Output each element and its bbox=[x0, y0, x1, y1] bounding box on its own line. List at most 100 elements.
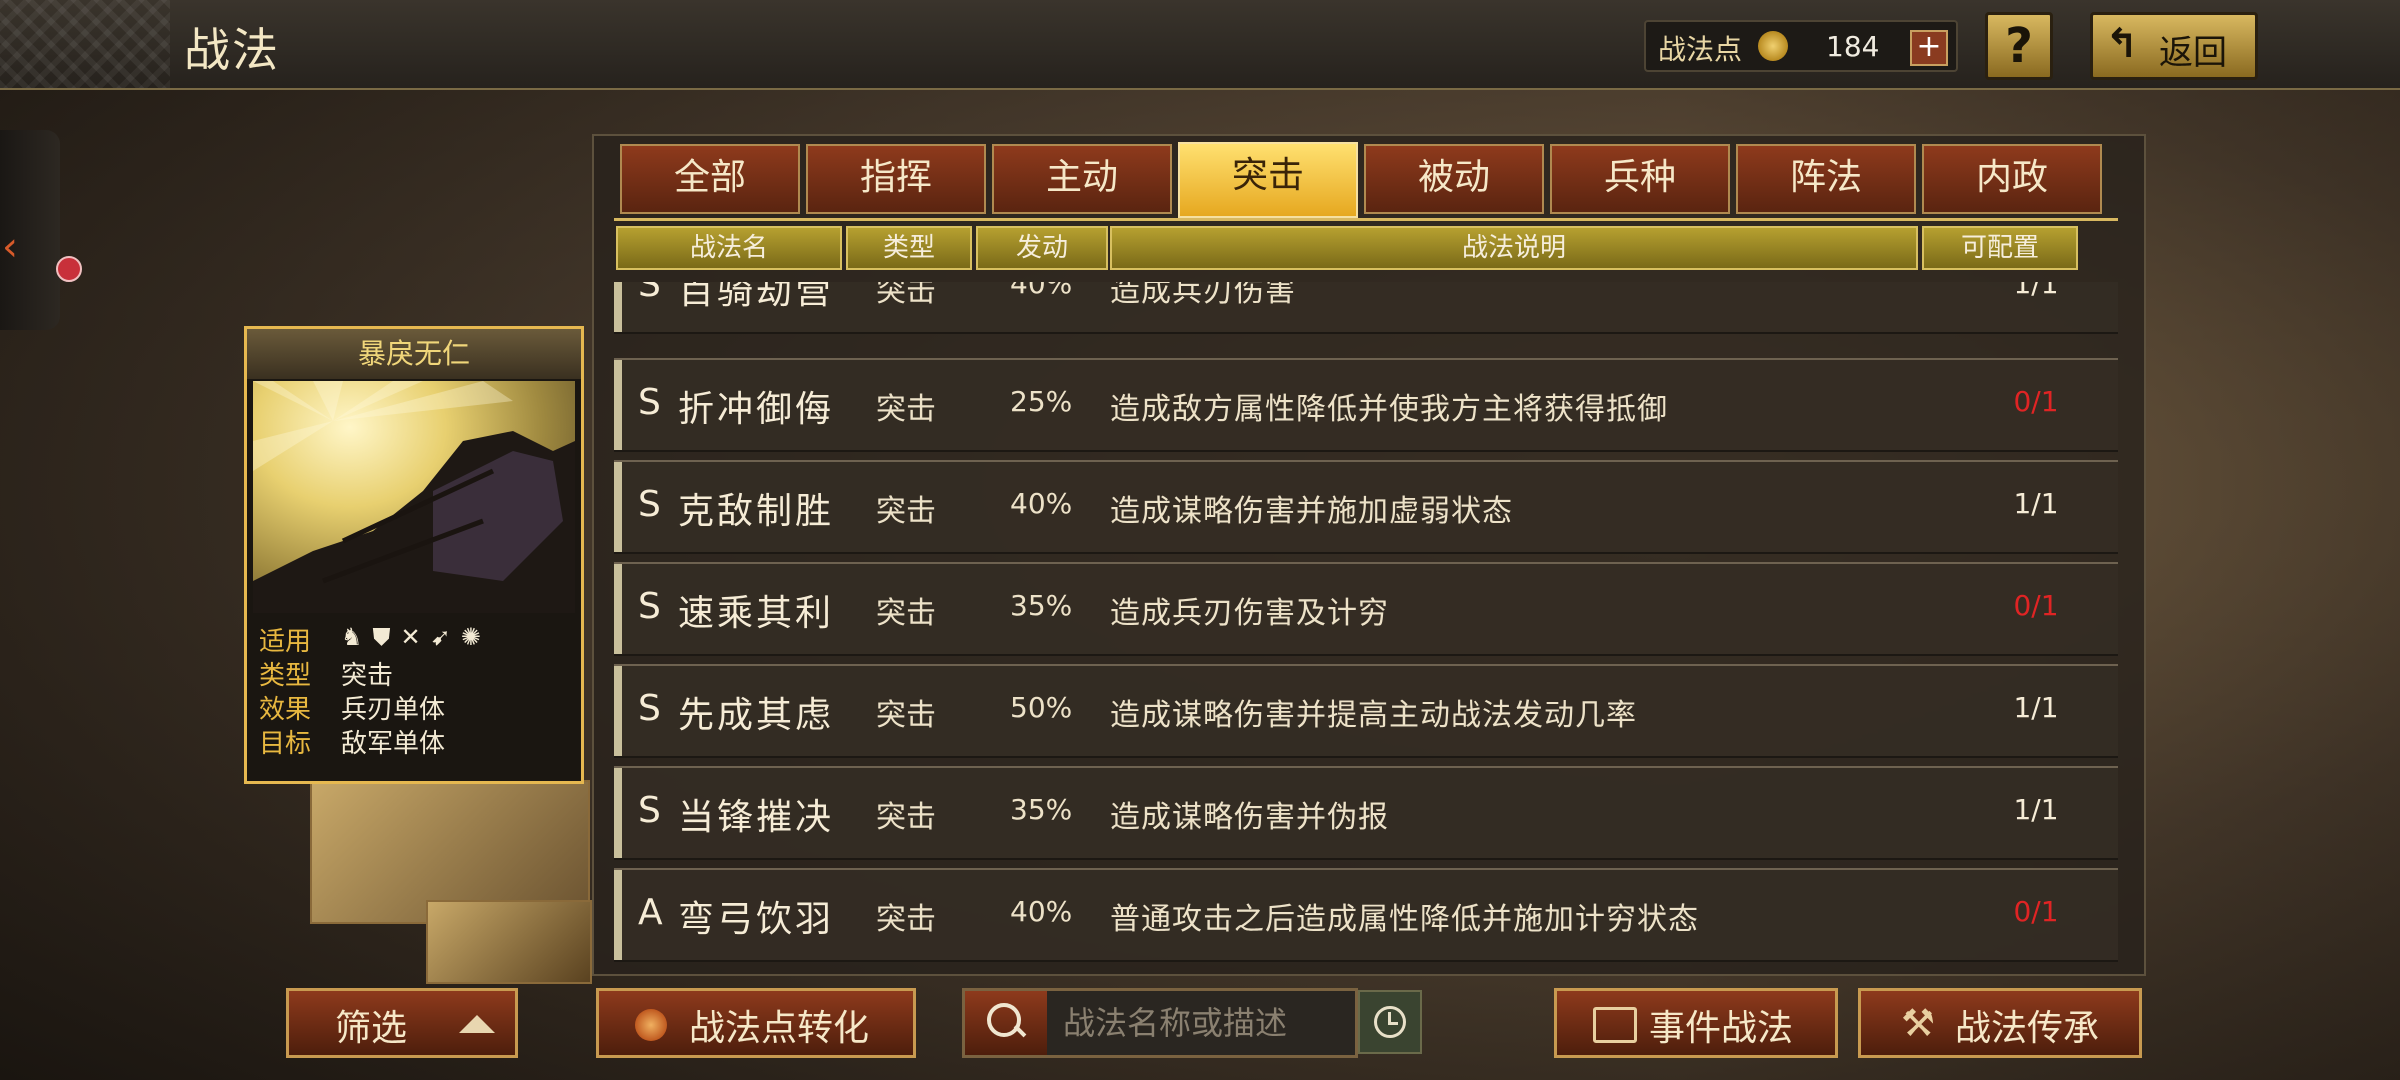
filter-label: 筛选 bbox=[335, 1008, 408, 1049]
search-input[interactable] bbox=[1061, 997, 1345, 1049]
tactic-description: 造成兵刃伤害及计穷 bbox=[1110, 596, 1389, 631]
tactic-name: 当锋摧决 bbox=[678, 797, 835, 838]
tactic-available: 1/1 bbox=[2013, 282, 2059, 300]
tactic-points-display: 战法点 184 + bbox=[1644, 20, 1958, 72]
tactic-name: 折冲御侮 bbox=[678, 389, 835, 430]
tactic-name: 弯弓饮羽 bbox=[678, 899, 835, 940]
tactic-description: 造成敌方属性降低并使我方主将获得抵御 bbox=[1110, 392, 1668, 427]
tab-active[interactable]: 主动 bbox=[992, 144, 1172, 214]
tactic-rate: 50% bbox=[1010, 691, 1073, 724]
tactic-rate: 35% bbox=[1010, 793, 1073, 826]
tactic-description: 造成兵刃伤害 bbox=[1110, 282, 1296, 309]
stacked-card-back-2 bbox=[426, 900, 592, 984]
coin-icon bbox=[1758, 31, 1788, 61]
cavalry-icon: ♞ bbox=[341, 623, 373, 651]
column-header-rate[interactable]: 发动 bbox=[976, 226, 1108, 270]
type-value: 突击 bbox=[341, 661, 394, 691]
table-row[interactable]: S 百骑劫营 突击 40% 造成兵刃伤害 1/1 bbox=[614, 282, 2118, 334]
tactic-rate: 25% bbox=[1010, 385, 1073, 418]
tactic-type: 突击 bbox=[876, 596, 936, 631]
tactic-name: 百骑劫营 bbox=[678, 282, 835, 312]
caret-up-icon bbox=[459, 1015, 495, 1033]
clock-hand bbox=[1388, 1022, 1398, 1025]
tactic-type: 突击 bbox=[876, 392, 936, 427]
coin-icon bbox=[635, 1009, 667, 1041]
tactic-description: 造成谋略伤害并提高主动战法发动几率 bbox=[1110, 698, 1637, 733]
tab-internal[interactable]: 内政 bbox=[1922, 144, 2102, 214]
card-apply-row: 适用 ♞⛊✕➹✺ bbox=[255, 621, 575, 657]
tab-formation[interactable]: 阵法 bbox=[1736, 144, 1916, 214]
rank-label: S bbox=[638, 282, 661, 305]
apply-label: 适用 bbox=[259, 627, 312, 657]
rank-label: S bbox=[638, 484, 661, 525]
wheel-icon: ✺ bbox=[460, 623, 491, 651]
column-header-available[interactable]: 可配置 bbox=[1922, 226, 2078, 270]
rank-label: S bbox=[638, 790, 661, 831]
side-drawer-tab[interactable]: ‹ bbox=[0, 130, 60, 330]
column-header-type[interactable]: 类型 bbox=[846, 226, 972, 270]
tactics-list[interactable]: S 百骑劫营 突击 40% 造成兵刃伤害 1/1 S 折冲御侮 突击 25% 造… bbox=[614, 282, 2118, 962]
bow-icon: ✕ bbox=[400, 623, 431, 651]
search-icon bbox=[987, 1003, 1021, 1037]
inherit-tactics-button[interactable]: ⚒ 战法传承 bbox=[1858, 988, 2142, 1058]
tactic-available: 0/1 bbox=[2013, 589, 2059, 622]
tab-all[interactable]: 全部 bbox=[620, 144, 800, 214]
target-value: 敌军单体 bbox=[341, 729, 446, 759]
tactic-available: 0/1 bbox=[2013, 895, 2059, 928]
tab-command[interactable]: 指挥 bbox=[806, 144, 986, 214]
search-bar bbox=[962, 988, 1358, 1058]
tactic-available: 1/1 bbox=[2013, 691, 2059, 724]
card-title: 暴戾无仁 bbox=[247, 329, 581, 379]
chevron-left-icon: ‹ bbox=[2, 224, 18, 270]
table-row[interactable]: S 先成其虑 突击 50% 造成谋略伤害并提高主动战法发动几率 1/1 bbox=[614, 664, 2118, 758]
tactic-available: 1/1 bbox=[2013, 793, 2059, 826]
event-tactics-button[interactable]: 事件战法 bbox=[1554, 988, 1838, 1058]
tactic-rate: 40% bbox=[1010, 895, 1073, 928]
search-button[interactable] bbox=[965, 991, 1047, 1055]
tab-passive[interactable]: 被动 bbox=[1364, 144, 1544, 214]
effect-value: 兵刃单体 bbox=[341, 695, 446, 725]
add-points-button[interactable]: + bbox=[1910, 30, 1948, 66]
tactic-available: 0/1 bbox=[2013, 385, 2059, 418]
history-button[interactable] bbox=[1358, 990, 1422, 1054]
tactic-rate: 40% bbox=[1010, 282, 1073, 300]
tab-assault[interactable]: 突击 bbox=[1178, 142, 1358, 218]
tactic-available: 1/1 bbox=[2013, 487, 2059, 520]
table-row[interactable]: S 速乘其利 突击 35% 造成兵刃伤害及计穷 0/1 bbox=[614, 562, 2118, 656]
table-row[interactable]: S 折冲御侮 突击 25% 造成敌方属性降低并使我方主将获得抵御 0/1 bbox=[614, 358, 2118, 452]
tab-divider bbox=[614, 218, 2118, 221]
type-label: 类型 bbox=[259, 661, 312, 691]
points-value: 184 bbox=[1826, 30, 1880, 63]
tactic-type: 突击 bbox=[876, 902, 936, 937]
page-title: 战法 bbox=[184, 23, 280, 77]
tactic-description: 普通攻击之后造成属性降低并施加计穷状态 bbox=[1110, 902, 1699, 937]
scroll-icon bbox=[1593, 1007, 1637, 1043]
effect-label: 效果 bbox=[259, 695, 312, 725]
card-target-row: 目标 敌军单体 bbox=[255, 723, 575, 759]
convert-points-button[interactable]: 战法点转化 bbox=[596, 988, 916, 1058]
table-row[interactable]: S 当锋摧决 突击 35% 造成谋略伤害并伪报 1/1 bbox=[614, 766, 2118, 860]
tactic-type: 突击 bbox=[876, 698, 936, 733]
shield-icon: ⛊ bbox=[372, 623, 401, 651]
top-bar: 战法 战法点 184 + ? ↰ 返回 bbox=[0, 0, 2400, 90]
filter-button[interactable]: 筛选 bbox=[286, 988, 518, 1058]
column-header-name[interactable]: 战法名 bbox=[616, 226, 842, 270]
tactic-type: 突击 bbox=[876, 282, 936, 309]
unit-type-icons: ♞⛊✕➹✺ bbox=[341, 623, 491, 651]
tactic-rate: 35% bbox=[1010, 589, 1073, 622]
back-button[interactable]: ↰ 返回 bbox=[2090, 12, 2258, 80]
back-label: 返回 bbox=[2159, 33, 2227, 73]
table-row[interactable]: S 克敌制胜 突击 40% 造成谋略伤害并施加虚弱状态 1/1 bbox=[614, 460, 2118, 554]
card-artwork bbox=[253, 381, 575, 613]
tactic-description: 造成谋略伤害并施加虚弱状态 bbox=[1110, 494, 1513, 529]
help-button[interactable]: ? bbox=[1985, 12, 2053, 80]
tab-troop[interactable]: 兵种 bbox=[1550, 144, 1730, 214]
target-label: 目标 bbox=[259, 729, 312, 759]
spear-icon: ➹ bbox=[430, 623, 461, 651]
card-effect-row: 效果 兵刃单体 bbox=[255, 689, 575, 725]
header-pattern bbox=[0, 0, 170, 88]
notification-dot bbox=[56, 256, 82, 282]
table-row[interactable]: A 弯弓饮羽 突击 40% 普通攻击之后造成属性降低并施加计穷状态 0/1 bbox=[614, 868, 2118, 962]
card-info: 适用 ♞⛊✕➹✺ 类型 突击 效果 兵刃单体 目标 敌军单体 bbox=[255, 621, 575, 759]
tactic-detail-card[interactable]: 暴戾无仁 适用 ♞⛊✕➹✺ 类型 突击 效果 兵刃单体 目标 敌军单体 bbox=[244, 326, 584, 784]
